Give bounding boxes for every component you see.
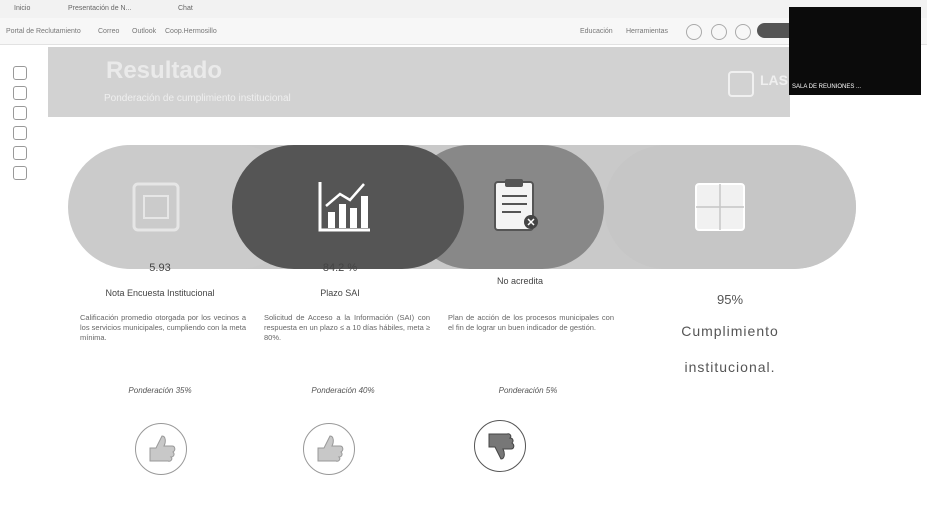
pen-tool-icon[interactable] xyxy=(13,106,27,120)
page-title: Resultado xyxy=(106,57,223,84)
logo-icon xyxy=(728,71,754,97)
zoom-tool-icon[interactable] xyxy=(13,86,27,100)
profile-icon[interactable] xyxy=(735,24,751,40)
share-tool-icon[interactable] xyxy=(13,166,27,180)
video-overlay[interactable]: SALA DE REUNIONES ... xyxy=(789,7,921,95)
bookmark-item[interactable]: Outlook xyxy=(132,28,156,35)
summary-percent: 95% xyxy=(716,292,744,307)
chart-growth-icon xyxy=(314,178,374,236)
browser-tab-bar: Inicio Presentación de N... Chat xyxy=(0,0,927,18)
indicator-column-3: No acredita xyxy=(435,262,605,286)
tab-presentacion[interactable]: Presentación de N... xyxy=(68,5,131,12)
indicator-title: No acredita xyxy=(496,276,544,286)
bookmark-item[interactable]: Educación xyxy=(580,28,613,35)
tab-inicio[interactable]: Inicio xyxy=(14,5,30,12)
indicator-value: 84.2 % xyxy=(322,262,358,274)
extensions-icon[interactable] xyxy=(711,24,727,40)
indicator-weight: Ponderación 35% xyxy=(128,386,192,395)
indicator-description: Solicitud de Acceso a la Información (SA… xyxy=(264,313,430,342)
tool-sidebar xyxy=(13,66,29,186)
indicator-title: Nota Encuesta Institucional xyxy=(105,288,215,298)
select-tool-icon[interactable] xyxy=(13,66,27,80)
comment-tool-icon[interactable] xyxy=(13,126,27,140)
indicator-column-1: 5.93 Nota Encuesta Institucional xyxy=(75,262,245,298)
search-tool-icon[interactable] xyxy=(13,146,27,160)
bookmark-item[interactable]: Coop.Hermosillo xyxy=(165,28,217,35)
page-subtitle: Ponderación de cumplimiento instituciona… xyxy=(104,93,291,104)
settings-icon[interactable] xyxy=(686,24,702,40)
indicator-value: 5.93 xyxy=(149,262,171,274)
indicator-weight: Ponderación 5% xyxy=(498,386,558,395)
summary-line-1: Cumplimiento xyxy=(681,323,779,339)
indicator-weight: Ponderación 40% xyxy=(311,386,375,395)
indicator-description: Calificación promedio otorgada por los v… xyxy=(80,313,246,342)
thumbs-up-icon xyxy=(135,423,187,475)
survey-icon xyxy=(126,178,186,236)
clipboard-reject-icon xyxy=(487,178,547,236)
logo-text: LAS xyxy=(760,72,788,88)
slide-banner: Resultado Ponderación de cumplimiento in… xyxy=(48,47,790,117)
bookmarks-bar: Portal de Reclutamiento Correo Outlook C… xyxy=(0,18,927,45)
thumbs-down-icon xyxy=(474,420,526,472)
bookmark-item[interactable]: Portal de Reclutamiento xyxy=(6,28,81,35)
summary-line-2: institucional. xyxy=(684,359,776,375)
bookmark-item[interactable]: Correo xyxy=(98,28,119,35)
indicator-column-2: 84.2 % Plazo SAI xyxy=(255,262,425,298)
indicator-title: Plazo SAI xyxy=(320,288,360,298)
bookmark-item[interactable]: Herramientas xyxy=(626,28,668,35)
tab-chat[interactable]: Chat xyxy=(178,5,193,12)
puzzle-icon xyxy=(690,178,750,236)
indicator-description: Plan de acción de los procesos municipal… xyxy=(448,313,614,332)
overlay-caption: SALA DE REUNIONES ... xyxy=(792,84,862,90)
thumbs-up-icon xyxy=(303,423,355,475)
